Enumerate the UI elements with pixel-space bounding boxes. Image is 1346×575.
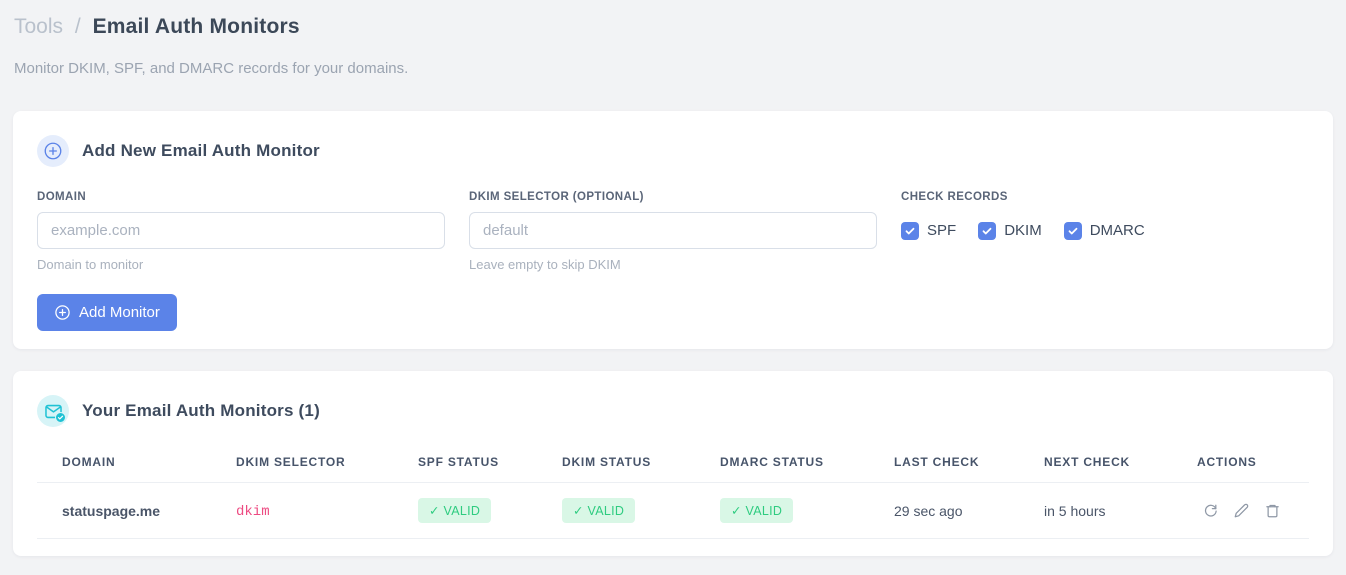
add-monitor-button[interactable]: Add Monitor — [37, 294, 177, 331]
column-header-dkim-selector: DKIM SELECTOR — [211, 443, 393, 483]
check-records-options: SPF DKIM DMARC — [901, 212, 1309, 249]
page-title: Email Auth Monitors — [92, 15, 300, 38]
monitors-list-card: Your Email Auth Monitors (1) DOMAIN DKIM… — [13, 371, 1333, 556]
dkim-selector-field-label: DKIM SELECTOR (OPTIONAL) — [469, 191, 644, 203]
plus-circle-icon — [37, 135, 69, 167]
table-header-row: DOMAIN DKIM SELECTOR SPF STATUS DKIM STA… — [37, 443, 1309, 483]
dkim-checkbox-label: DKIM — [1004, 222, 1042, 239]
check-records-group: CHECK RECORDS SPF DKIM DMARC — [901, 191, 1309, 272]
dkim-selector-input[interactable] — [469, 212, 877, 249]
breadcrumb-tools-link[interactable]: Tools — [14, 15, 63, 38]
pencil-icon — [1234, 503, 1249, 518]
dkim-selector-field-hint: Leave empty to skip DKIM — [469, 257, 621, 272]
monitor-domain: statuspage.me — [37, 482, 211, 539]
column-header-domain: DOMAIN — [37, 443, 211, 483]
column-header-dkim-status: DKIM STATUS — [537, 443, 695, 483]
column-header-actions: ACTIONS — [1172, 443, 1309, 483]
trash-icon — [1266, 504, 1279, 518]
dkim-selector-field-group: DKIM SELECTOR (OPTIONAL) Leave empty to … — [469, 191, 877, 272]
email-check-icon — [37, 395, 69, 427]
edit-button[interactable] — [1228, 499, 1255, 522]
add-monitor-form: DOMAIN Domain to monitor DKIM SELECTOR (… — [37, 191, 1309, 272]
check-records-label: CHECK RECORDS — [901, 191, 1008, 203]
domain-field-hint: Domain to monitor — [37, 257, 144, 272]
spf-checkbox-label: SPF — [927, 222, 957, 239]
domain-input[interactable] — [37, 212, 445, 249]
dmarc-checkbox-label: DMARC — [1089, 222, 1145, 239]
monitors-table: DOMAIN DKIM SELECTOR SPF STATUS DKIM STA… — [37, 443, 1309, 539]
monitors-list-card-header: Your Email Auth Monitors (1) — [37, 395, 1309, 427]
add-monitor-button-label: Add Monitor — [79, 304, 160, 321]
page-subtitle: Monitor DKIM, SPF, and DMARC records for… — [14, 60, 409, 77]
dkim-checkbox-checked-icon — [978, 221, 997, 240]
spf-status-badge: ✓ VALID — [418, 498, 492, 523]
spf-checkbox[interactable]: SPF — [901, 221, 957, 240]
column-header-next-check: NEXT CHECK — [1019, 443, 1172, 483]
add-monitor-card-title: Add New Email Auth Monitor — [82, 141, 320, 160]
column-header-dmarc-status: DMARC STATUS — [695, 443, 869, 483]
monitor-next-check: in 5 hours — [1019, 482, 1172, 539]
column-header-spf-status: SPF STATUS — [393, 443, 537, 483]
dmarc-checkbox[interactable]: DMARC — [1063, 221, 1145, 240]
dkim-checkbox[interactable]: DKIM — [978, 221, 1042, 240]
add-monitor-card-header: Add New Email Auth Monitor — [37, 135, 1309, 167]
column-header-last-check: LAST CHECK — [869, 443, 1019, 483]
delete-button[interactable] — [1259, 499, 1286, 522]
breadcrumb: Tools / Email Auth Monitors — [13, 13, 1333, 41]
refresh-icon — [1204, 504, 1217, 517]
spf-checkbox-checked-icon — [901, 221, 919, 240]
monitor-last-check: 29 sec ago — [869, 482, 1019, 539]
email-auth-monitors-page: Tools / Email Auth Monitors Monitor DKIM… — [0, 0, 1346, 575]
monitors-list-card-title: Your Email Auth Monitors (1) — [82, 401, 320, 420]
breadcrumb-separator: / — [74, 15, 81, 38]
dmarc-status-badge: ✓ VALID — [720, 498, 794, 523]
refresh-button[interactable] — [1197, 499, 1224, 522]
dmarc-checkbox-checked-icon — [1063, 221, 1082, 240]
table-row: statuspage.me dkim ✓ VALID ✓ VALID ✓ VAL… — [37, 482, 1309, 539]
monitor-dkim-selector: dkim — [236, 503, 270, 520]
add-monitor-card: Add New Email Auth Monitor DOMAIN Domain… — [13, 111, 1333, 349]
domain-field-label: DOMAIN — [37, 191, 87, 203]
monitor-actions — [1172, 482, 1309, 539]
domain-field-group: DOMAIN Domain to monitor — [37, 191, 445, 272]
dkim-status-badge: ✓ VALID — [562, 498, 636, 523]
plus-circle-icon — [55, 305, 70, 320]
check-dot-icon — [55, 412, 66, 423]
